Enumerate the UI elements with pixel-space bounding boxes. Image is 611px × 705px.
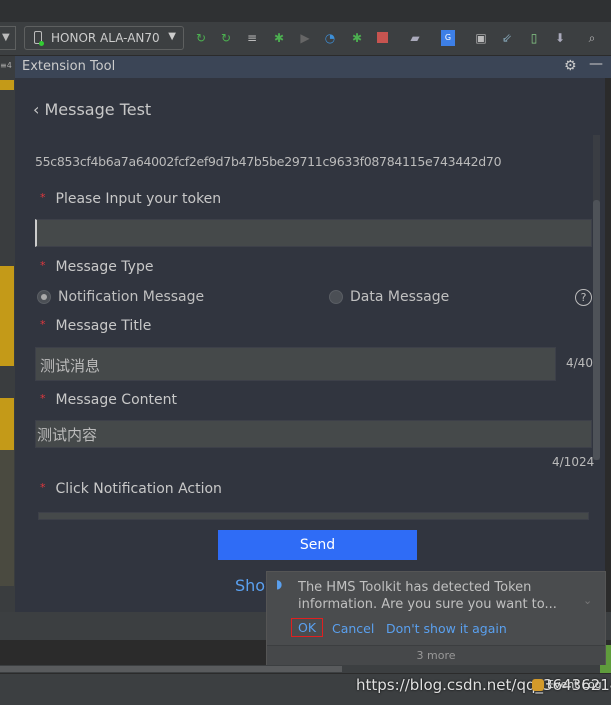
highlight-block [0, 398, 14, 450]
sdk-manager-icon[interactable]: ⬇ [553, 31, 567, 45]
search-icon[interactable]: ⌕ [585, 31, 599, 45]
attach-icon[interactable]: ▶ [298, 31, 312, 45]
help-icon[interactable]: ? [575, 289, 592, 306]
apply-changes-icon[interactable]: ↻ [194, 31, 208, 45]
status-bar: https://blog.csdn.net/qq_36436214 Event … [0, 673, 611, 705]
message-title-label: * Message Title [40, 318, 152, 334]
chevron-left-icon: ‹ [33, 100, 45, 119]
back-button[interactable]: ‹ Message Test [33, 100, 151, 119]
ok-button[interactable]: OK [291, 618, 324, 637]
horizontal-scrollbar[interactable] [0, 665, 611, 673]
title-char-count: 4/40 [566, 356, 593, 370]
apply-code-changes-icon[interactable]: ↻ [219, 31, 233, 45]
click-action-select[interactable] [38, 512, 589, 520]
scrollbar-thumb[interactable] [593, 200, 600, 460]
logcat-icon[interactable]: ≡ [245, 31, 259, 45]
minimize-icon[interactable]: — [589, 56, 603, 72]
content-char-count: 4/1024 [552, 455, 595, 469]
debug-attach-icon[interactable]: ✱ [350, 31, 364, 45]
gear-icon[interactable]: ⚙ [564, 58, 577, 74]
token-notification: ◗ The HMS Toolkit has detected Token inf… [266, 571, 606, 665]
event-log-icon [532, 679, 544, 691]
chevron-down-icon: ▼ [168, 31, 176, 42]
notification-message-radio[interactable] [37, 290, 51, 304]
config-dropdown[interactable]: ▼ [0, 26, 16, 50]
notification-message-label[interactable]: Notification Message [58, 289, 204, 305]
avd-manager-icon[interactable]: ▯ [527, 31, 541, 45]
chevron-down-icon[interactable]: ⌄ [583, 594, 592, 607]
device-name: HONOR ALA-AN70 [51, 31, 160, 45]
device-selector[interactable]: HONOR ALA-AN70 ▼ [24, 26, 184, 50]
editor-gutter: ≡4 [0, 56, 15, 612]
click-action-label: * Click Notification Action [40, 481, 222, 497]
notification-text: The HMS Toolkit has detected Token infor… [298, 580, 557, 612]
more-notifications-link[interactable]: 3 more [267, 645, 605, 665]
translate-icon[interactable]: G [441, 30, 455, 46]
token-label: * Please Input your token [40, 191, 222, 207]
message-content-label: * Message Content [40, 392, 177, 408]
page-title: Message Test [44, 100, 152, 119]
profiler-icon[interactable]: ◔ [323, 31, 337, 45]
hscroll-thumb[interactable] [0, 666, 342, 672]
hms-toolkit-icon: ◗ [276, 577, 283, 591]
data-message-label[interactable]: Data Message [350, 289, 449, 305]
structure-badge: ≡4 [0, 61, 12, 70]
terminal-icon[interactable]: ▣ [474, 31, 488, 45]
token-input[interactable] [35, 219, 592, 247]
project-structure-icon[interactable]: ▰ [408, 31, 422, 45]
main-toolbar: ▼ HONOR ALA-AN70 ▼ ↻ ↻ ≡ ✱ ▶ ◔ ✱ ▰ G ▣ ⇙… [0, 22, 611, 56]
stop-icon[interactable] [377, 32, 388, 43]
online-dot [39, 41, 44, 46]
message-content-input[interactable]: 测试内容 [35, 420, 592, 448]
scrollbar-track [593, 135, 600, 460]
event-log-button[interactable]: Event Log [547, 678, 602, 691]
token-hash: 55c853cf4b6a7a64002fcf2ef9d7b47b5be29711… [35, 154, 502, 169]
message-type-label: * Message Type [40, 259, 154, 275]
tool-window-header: Extension Tool ⚙ — [15, 56, 611, 78]
highlight-block [0, 266, 14, 366]
tool-window-title: Extension Tool [22, 59, 116, 74]
highlight-block [0, 80, 14, 90]
dont-show-again-button[interactable]: Don't show it again [386, 621, 507, 636]
data-message-radio[interactable] [329, 290, 343, 304]
sync-gradle-icon[interactable]: ⇙ [500, 31, 514, 45]
message-title-input[interactable]: 测试消息 [35, 347, 556, 381]
code-fragment [0, 450, 14, 586]
debug-icon[interactable]: ✱ [272, 31, 286, 45]
title-strip [0, 0, 611, 22]
cancel-button[interactable]: Cancel [332, 621, 374, 636]
send-button[interactable]: Send [218, 530, 417, 560]
